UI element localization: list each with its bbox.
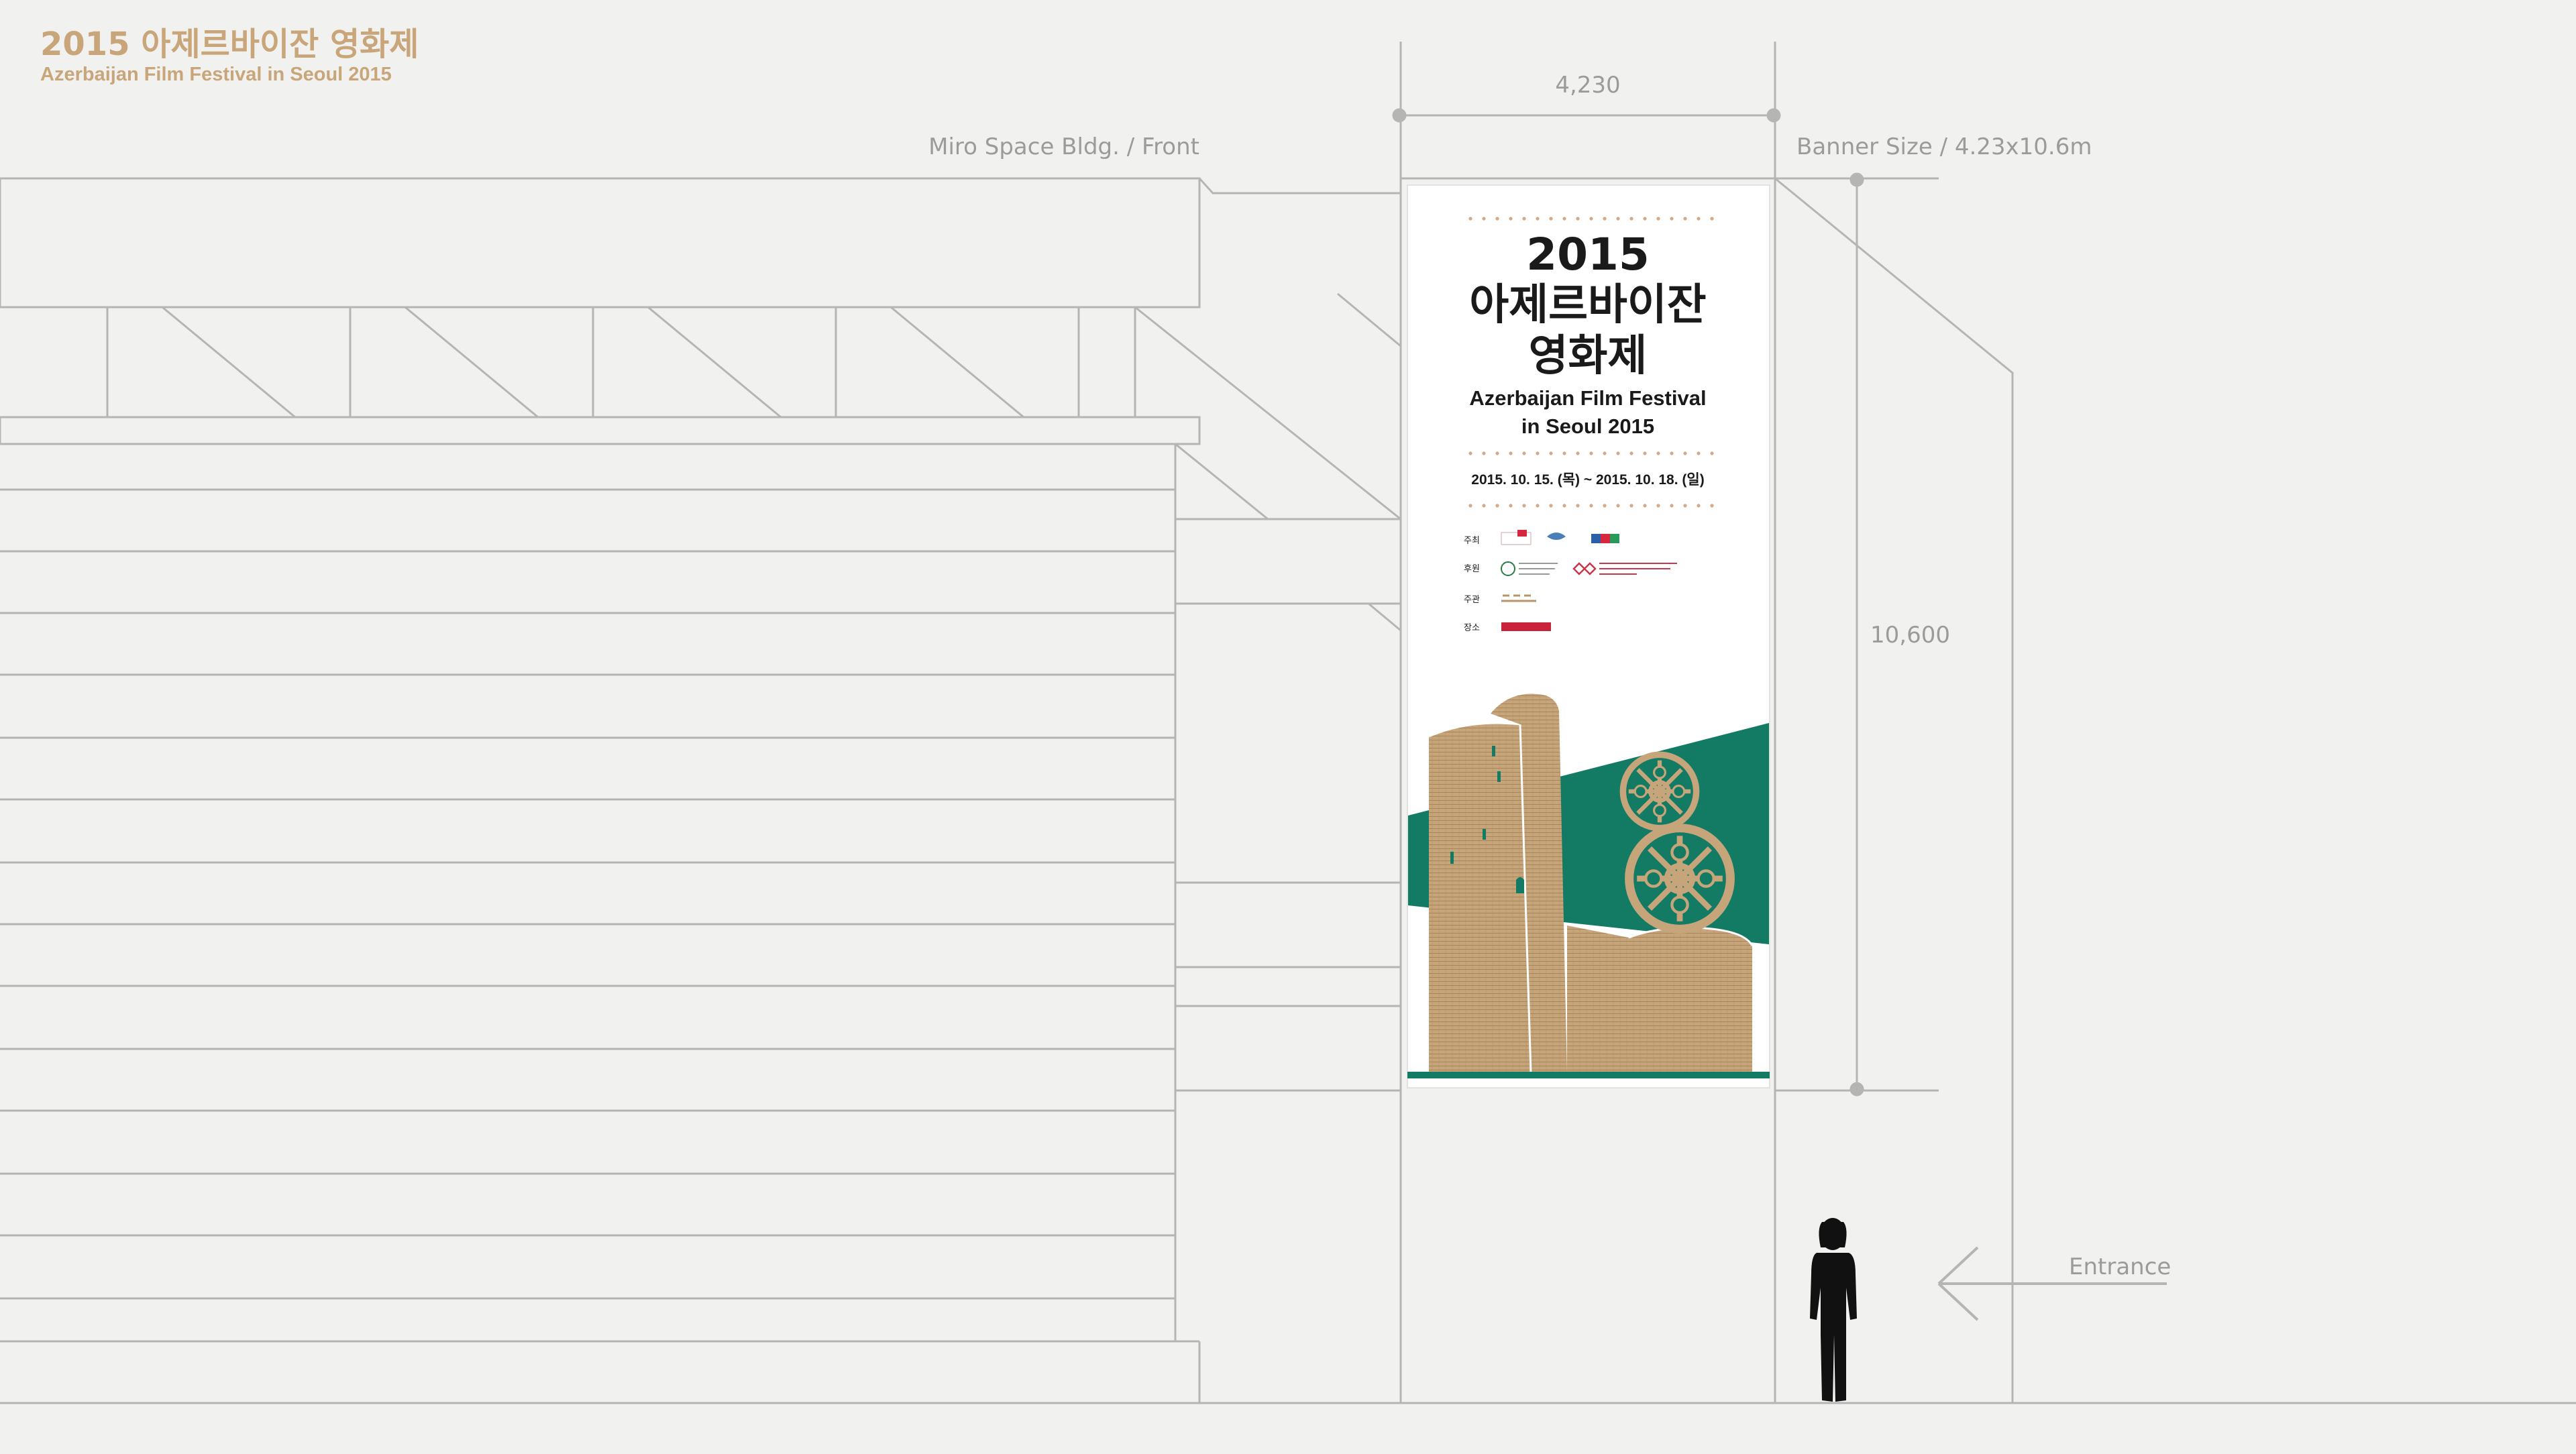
elevation-drawing: 2015 아제르바이잔 영화제 Azerbaijan Film Festival… [0,25,2576,1404]
banner-title-line1: 아제르바이잔 [1469,280,1706,330]
film-reel-icon [1629,828,1731,930]
banner-en-line1: Azerbaijan Film Festival [1469,386,1706,410]
venue-logo [1501,622,1551,631]
film-reel-icon [1623,754,1696,828]
credit-role: 주관 [1464,595,1480,605]
person-silhouette-icon [1810,1218,1857,1402]
width-dimension: 4,230 [1555,72,1620,99]
credit-role: 주최 [1464,536,1480,546]
credit-role: 장소 [1464,623,1480,633]
entrance-label: Entrance [2069,1253,2171,1280]
building-outline [0,42,2576,1404]
building-label: Miro Space Bldg. / Front [928,133,1199,160]
banner-title-line2: 영화제 [1529,331,1648,381]
credit-role: 후원 [1464,564,1480,574]
festival-banner: 2015 아제르바이잔 영화제 Azerbaijan Film Festival… [1407,184,1770,1088]
banner-year: 2015 [1526,229,1650,280]
banner-dates: 2015. 10. 15. (목) ~ 2015. 10. 18. (일) [1471,472,1704,488]
header-title-en: Azerbaijan Film Festival in Seoul 2015 [40,64,392,85]
header-title-ko: 2015 아제르바이잔 영화제 [40,25,419,63]
banner-en-line2: in Seoul 2015 [1521,414,1654,438]
height-dimension: 10,600 [1870,622,1950,649]
banner-size-label: Banner Size / 4.23x10.6m [1796,133,2092,160]
